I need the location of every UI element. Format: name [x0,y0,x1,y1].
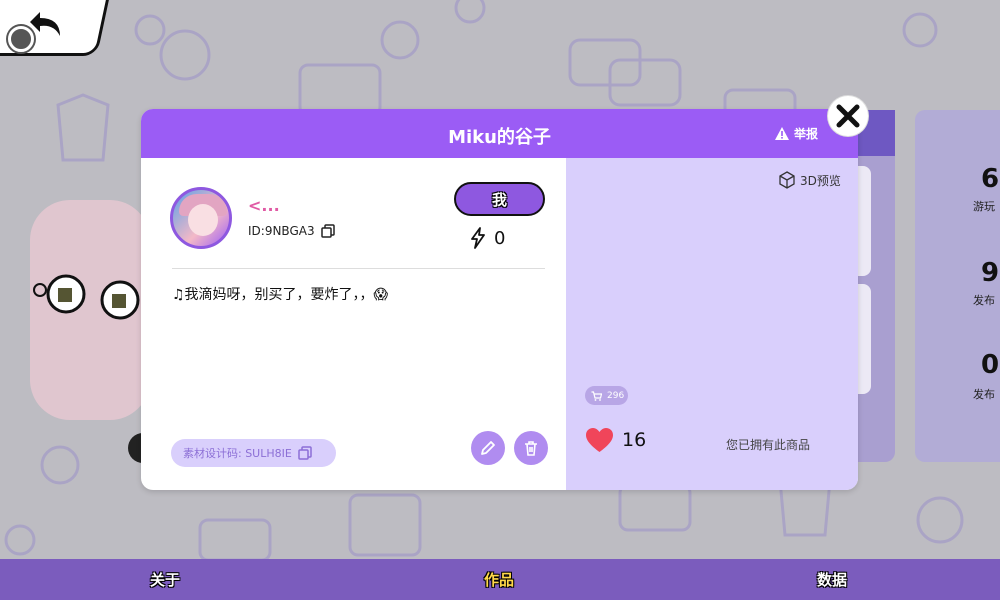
tab-works[interactable]: 作品 [484,569,514,590]
tab-data[interactable]: 数据 [817,569,847,590]
lightning-icon [471,227,485,249]
character-glasses [33,274,140,320]
pencil-icon [481,441,495,455]
stat-label: 发布 [973,388,995,401]
heart-icon [586,428,613,452]
design-code: 素材设计码: SULH8IE [183,447,292,460]
stat-value: 9 [981,258,1000,288]
modal-header: Miku的谷子 举报 [141,109,858,158]
close-button[interactable] [828,96,868,136]
user-id-row: ID:9NBGA3 [248,224,335,238]
background-panel [855,110,895,462]
copy-icon [298,446,312,460]
cart-count-badge: 296 [585,386,628,405]
cart-icon [591,390,602,401]
stat-label: 发布 [973,294,995,307]
report-label: 举报 [793,127,818,141]
stat-label: 游玩 [973,200,995,213]
bottom-nav: 关于 作品 数据 [0,559,1000,600]
owned-status: 您已拥有此商品 [726,438,811,452]
user-id: ID:9NBGA3 [248,224,315,238]
warning-icon [774,127,789,140]
avatar[interactable] [170,187,232,249]
item-description: ♫我滴妈呀，别买了，要炸了，，😱 [172,287,389,303]
design-code-pill[interactable]: 素材设计码: SULH8IE [171,439,336,467]
me-button[interactable]: 我 [454,182,545,216]
like-count: 16 [622,429,647,451]
3d-preview-button[interactable]: 3D预览 [778,171,841,189]
trash-icon [525,441,537,456]
like-button[interactable]: 16 [585,427,646,453]
modal-title: Miku的谷子 [448,127,551,148]
tab-about[interactable]: 关于 [150,569,180,590]
divider [172,268,545,269]
username[interactable]: <... [248,196,280,215]
back-arrow-icon [30,12,60,36]
cart-count: 296 [607,390,625,401]
close-icon [836,104,860,128]
background-stats-panel: 6 游玩 9 发布 0 发布 [915,110,1000,462]
energy-count: 0 [494,227,506,249]
cube-icon [779,171,795,189]
stat-value: 0 [981,350,1000,380]
3d-preview-label: 3D预览 [800,173,841,188]
energy-counter: 0 [470,227,505,249]
edit-button[interactable] [471,431,505,465]
report-button[interactable]: 举报 [774,125,818,142]
delete-button[interactable] [514,431,548,465]
stat-value: 6 [981,164,1000,194]
copy-icon[interactable] [320,224,335,238]
